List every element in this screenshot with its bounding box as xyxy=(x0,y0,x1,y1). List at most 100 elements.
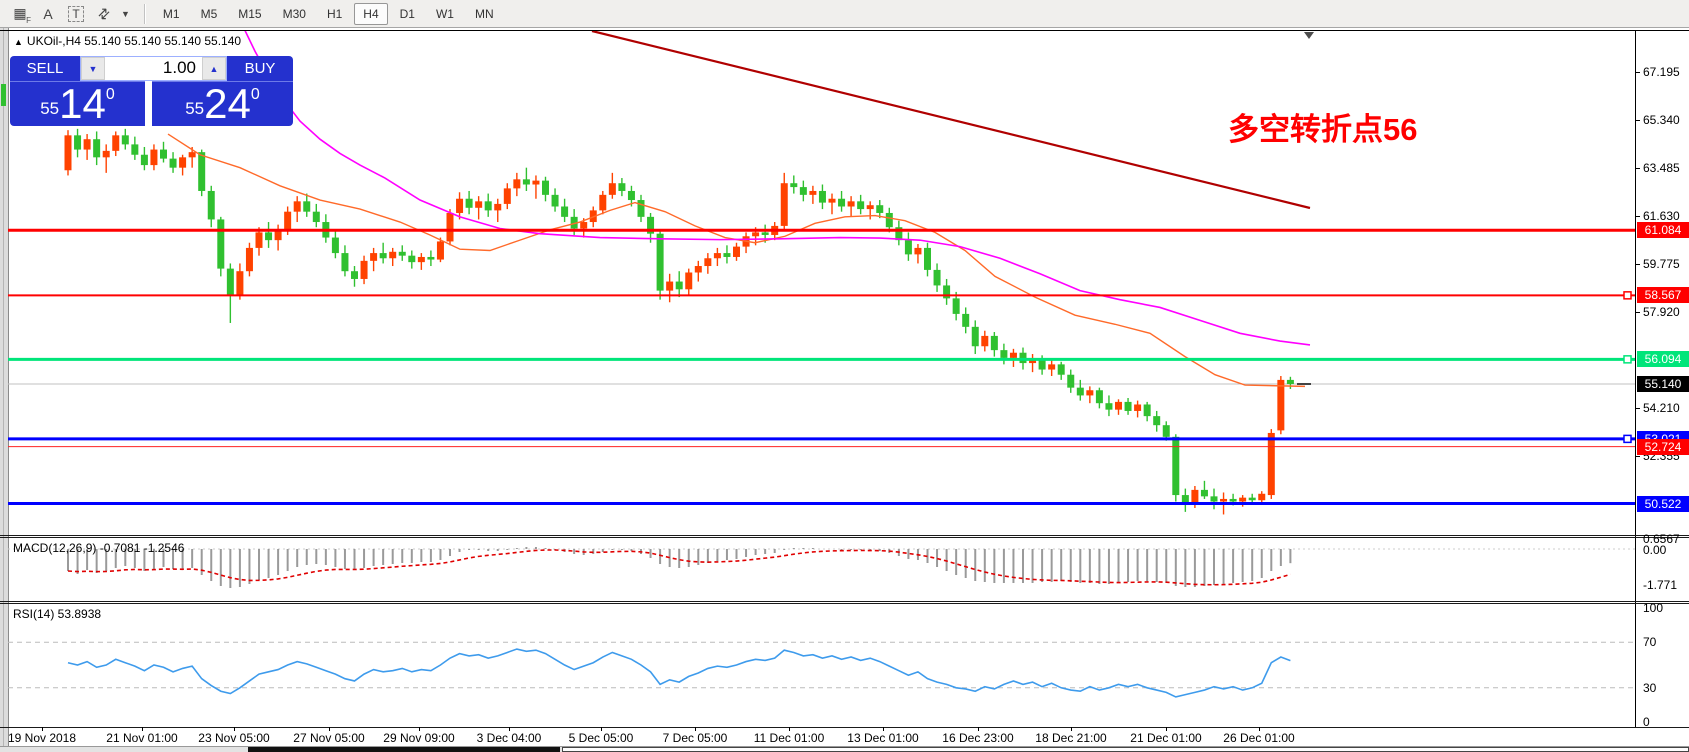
crosshair-grid-icon[interactable]: ▦F xyxy=(8,3,32,25)
text-label-icon[interactable]: A xyxy=(36,3,60,25)
axis-tick xyxy=(1166,727,1167,731)
macd-label: MACD(12,26,9) -0.7081 -1.2546 xyxy=(13,541,184,555)
chart-title: ▲UKOil-,H4 55.140 55.140 55.140 55.140 xyxy=(14,34,241,48)
timeframe-group: M1M5M15M30H1H4D1W1MN xyxy=(154,5,506,23)
price-axis-label: 54.210 xyxy=(1643,401,1680,415)
panel-separator[interactable] xyxy=(0,535,1689,536)
collapse-panel-icon[interactable]: ▲ xyxy=(14,37,23,47)
tf-button-M1[interactable]: M1 xyxy=(154,3,189,25)
axis-tick xyxy=(601,727,602,731)
axis-tick xyxy=(1635,168,1640,169)
time-axis-label: 26 Dec 01:00 xyxy=(1223,731,1294,745)
bid-price-tile[interactable]: 55140 xyxy=(10,81,145,126)
sell-button[interactable]: SELL xyxy=(10,56,80,81)
axis-tick xyxy=(142,727,143,731)
axis-tick xyxy=(234,727,235,731)
mt4-window: ▦F A T ⇅ ▼ M1M5M15M30H1H4D1W1MN ▲UKOil-,… xyxy=(0,0,1689,752)
ask-price-tile[interactable]: 55240 xyxy=(152,81,293,126)
tf-button-D1[interactable]: D1 xyxy=(391,3,424,25)
current-price-marker xyxy=(1297,383,1311,385)
rsi-axis-label: 70 xyxy=(1643,635,1656,649)
toolbar: ▦F A T ⇅ ▼ M1M5M15M30H1H4D1W1MN xyxy=(0,0,1689,28)
price-axis-label: 57.920 xyxy=(1643,305,1680,319)
price-badge: 56.094 xyxy=(1637,351,1689,367)
bid-price-small: 55 xyxy=(40,99,59,119)
time-axis-label: 23 Nov 05:00 xyxy=(198,731,269,745)
macd-indicator-chart[interactable] xyxy=(8,538,1635,601)
buy-button[interactable]: BUY xyxy=(227,56,293,81)
volume-down-button[interactable]: ▼ xyxy=(81,57,105,80)
time-axis-label: 27 Nov 05:00 xyxy=(293,731,364,745)
bid-price-big: 14 xyxy=(59,82,106,126)
time-axis-label: 29 Nov 09:00 xyxy=(383,731,454,745)
rsi-axis-label: 100 xyxy=(1643,601,1663,615)
tf-button-M15[interactable]: M15 xyxy=(229,3,270,25)
rsi-axis-label: 0 xyxy=(1643,715,1650,729)
axis-tick xyxy=(695,727,696,731)
price-badge: 61.084 xyxy=(1637,222,1689,238)
rsi-indicator-chart[interactable] xyxy=(8,604,1635,727)
time-axis-label: 21 Dec 01:00 xyxy=(1130,731,1201,745)
axis-tick xyxy=(1635,120,1640,121)
axis-tick xyxy=(1635,456,1640,457)
volume-input[interactable]: 1.00 xyxy=(105,57,202,80)
time-axis-label: 16 Dec 23:00 xyxy=(942,731,1013,745)
scrollbar-track[interactable] xyxy=(562,747,1689,752)
price-axis-label: 59.775 xyxy=(1643,257,1680,271)
price-badge: 55.140 xyxy=(1637,376,1689,392)
volume-spinner: ▼ 1.00 ▲ xyxy=(80,56,227,81)
axis-tick xyxy=(1635,312,1640,313)
axis-tick xyxy=(1635,216,1640,217)
time-axis-label: 7 Dec 05:00 xyxy=(663,731,728,745)
rsi-label: RSI(14) 53.8938 xyxy=(13,607,101,621)
partial-candle-left-edge xyxy=(1,84,6,106)
price-badge: 52.724 xyxy=(1637,439,1689,455)
price-axis-label: 65.340 xyxy=(1643,113,1680,127)
axis-tick xyxy=(978,727,979,731)
price-axis-line xyxy=(1635,30,1636,727)
toolbar-separator xyxy=(144,4,146,24)
tf-button-M5[interactable]: M5 xyxy=(192,3,227,25)
panel-separator[interactable] xyxy=(0,601,1689,602)
dropdown-caret-icon[interactable]: ▼ xyxy=(121,9,130,19)
price-badge: 50.522 xyxy=(1637,496,1689,512)
ask-price-big: 24 xyxy=(204,82,251,126)
one-click-trading-panel: SELL ▼ 1.00 ▲ BUY 55140 55240 xyxy=(10,56,293,125)
tf-button-H1[interactable]: H1 xyxy=(318,3,351,25)
text-box-icon[interactable]: T xyxy=(64,3,88,25)
ask-price-sup: 0 xyxy=(251,86,260,104)
axis-tick xyxy=(329,727,330,731)
tf-button-M30[interactable]: M30 xyxy=(274,3,315,25)
price-axis-label: 61.630 xyxy=(1643,209,1680,223)
ask-price-small: 55 xyxy=(185,99,204,119)
time-axis-border xyxy=(0,727,1689,728)
volume-up-button[interactable]: ▲ xyxy=(202,57,226,80)
axis-tick xyxy=(1071,727,1072,731)
axis-tick xyxy=(42,727,43,731)
arrange-objects-icon[interactable]: ⇅ xyxy=(88,0,121,30)
price-axis-label: 67.195 xyxy=(1643,65,1680,79)
time-axis-label: 3 Dec 04:00 xyxy=(477,731,542,745)
horizontal-scrollbar[interactable] xyxy=(0,746,1689,752)
axis-tick xyxy=(419,727,420,731)
time-axis-label: 19 Nov 2018 xyxy=(8,731,76,745)
macd-axis-label: 0.00 xyxy=(1643,543,1666,557)
scrollbar-thumb[interactable] xyxy=(248,747,560,752)
text-annotation[interactable]: 多空转折点56 xyxy=(1228,104,1417,149)
axis-tick xyxy=(1635,72,1640,73)
tf-button-H4[interactable]: H4 xyxy=(354,3,387,25)
axis-tick xyxy=(1635,264,1640,265)
axis-tick xyxy=(1635,408,1640,409)
bid-price-sup: 0 xyxy=(106,86,115,104)
macd-axis-label: -1.771 xyxy=(1643,578,1677,592)
time-axis-label: 11 Dec 01:00 xyxy=(754,731,825,745)
time-axis-label: 21 Nov 01:00 xyxy=(106,731,177,745)
time-axis-label: 18 Dec 21:00 xyxy=(1035,731,1106,745)
axis-tick xyxy=(509,727,510,731)
axis-tick xyxy=(789,727,790,731)
time-axis-label: 13 Dec 01:00 xyxy=(847,731,918,745)
axis-tick xyxy=(1259,727,1260,731)
tf-button-MN[interactable]: MN xyxy=(466,3,503,25)
price-axis-label: 63.485 xyxy=(1643,161,1680,175)
tf-button-W1[interactable]: W1 xyxy=(427,3,463,25)
